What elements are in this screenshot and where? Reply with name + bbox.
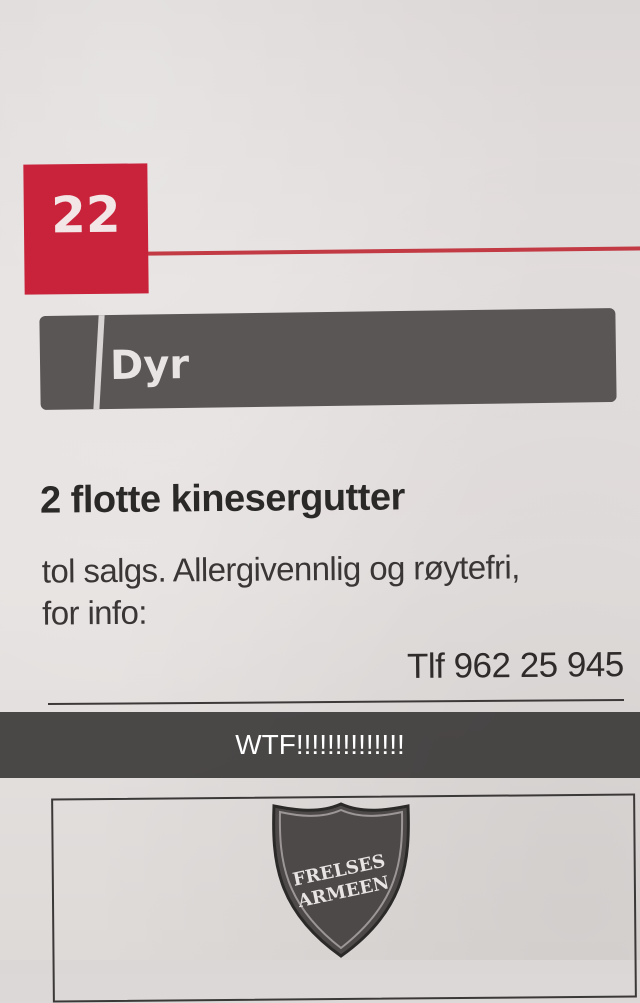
ad-phone: Tlf 962 25 945 bbox=[407, 645, 625, 686]
category-divider bbox=[93, 315, 105, 410]
ad-divider bbox=[48, 698, 624, 706]
ad-title: 2 flotte kinesergutter bbox=[39, 476, 406, 522]
ad-body-line: tol salgs. Allergivennlig og røytefri, bbox=[41, 548, 520, 590]
page-number-badge: 22 bbox=[23, 163, 149, 295]
category-header: Dyr bbox=[39, 307, 617, 411]
ad-body-line: for info: bbox=[42, 593, 148, 632]
snap-caption-text: WTF!!!!!!!!!!!!!! bbox=[235, 729, 405, 760]
snap-caption-bar: WTF!!!!!!!!!!!!!! bbox=[0, 712, 640, 778]
page-rule bbox=[147, 246, 640, 256]
category-label: Dyr bbox=[109, 341, 190, 390]
page-number: 22 bbox=[50, 185, 121, 245]
ad-body: tol salgs. Allergivennlig og røytefri, f… bbox=[42, 545, 633, 634]
frelsesarmeen-shield-logo: FRELSES ARMEEN bbox=[272, 802, 410, 958]
